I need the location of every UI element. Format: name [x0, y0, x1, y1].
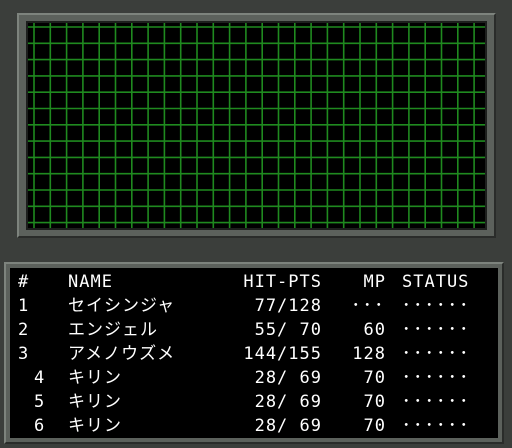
member-mp: 70: [363, 368, 386, 388]
automap-grid-lines: [28, 23, 485, 228]
member-slot: 5: [34, 392, 46, 412]
header-number: #: [18, 272, 30, 292]
member-name: キリン: [68, 416, 122, 436]
member-hit-points: 28/ 69: [254, 368, 322, 388]
member-slot: 6: [34, 416, 46, 436]
member-name: キリン: [68, 368, 122, 388]
member-mp: 128: [352, 344, 386, 364]
member-status: ･･････: [402, 416, 471, 436]
member-hit-points: 28/ 69: [254, 392, 322, 412]
member-status: ･･････: [402, 368, 471, 388]
header-name: NAME: [68, 272, 113, 292]
header-status: STATUS: [402, 272, 470, 292]
header-hit-points: HIT-PTS: [243, 272, 322, 292]
party-member-row[interactable]: 3 アメノウズメ 144/155 128 ･･････: [10, 342, 498, 366]
party-member-row[interactable]: 4 キリン 28/ 69 70 ･･････: [10, 366, 498, 390]
party-status-list: # NAME HIT-PTS MP STATUS 1 セイシンジャ 77/128…: [10, 268, 498, 438]
member-slot: 1: [18, 296, 30, 316]
member-hit-points: 77/128: [254, 296, 322, 316]
member-mp: 70: [363, 416, 386, 436]
member-slot: 2: [18, 320, 30, 340]
automap-grid: [26, 21, 487, 230]
member-name: エンジェル: [68, 320, 158, 340]
member-status: ･･････: [402, 344, 471, 364]
party-member-row[interactable]: 6 キリン 28/ 69 70 ･･････: [10, 414, 498, 438]
member-mp: 70: [363, 392, 386, 412]
member-slot: 4: [34, 368, 46, 388]
member-hit-points: 28/ 69: [254, 416, 322, 436]
member-name: セイシンジャ: [68, 296, 176, 316]
party-member-row[interactable]: 5 キリン 28/ 69 70 ･･････: [10, 390, 498, 414]
member-mp: ･･･: [351, 296, 386, 316]
member-slot: 3: [18, 344, 30, 364]
header-mp: MP: [363, 272, 386, 292]
party-member-row[interactable]: 2 エンジェル 55/ 70 60 ･･････: [10, 318, 498, 342]
member-name: キリン: [68, 392, 122, 412]
member-hit-points: 55/ 70: [254, 320, 322, 340]
party-status-panel: # NAME HIT-PTS MP STATUS 1 セイシンジャ 77/128…: [4, 262, 504, 444]
member-status: ･･････: [402, 320, 471, 340]
automap-frame: [17, 13, 496, 238]
party-header-row: # NAME HIT-PTS MP STATUS: [10, 270, 498, 294]
party-member-row[interactable]: 1 セイシンジャ 77/128 ･･･ ･･････: [10, 294, 498, 318]
member-hit-points: 144/155: [243, 344, 322, 364]
member-status: ･･････: [402, 296, 471, 316]
game-screen: # NAME HIT-PTS MP STATUS 1 セイシンジャ 77/128…: [0, 0, 512, 448]
member-mp: 60: [363, 320, 386, 340]
member-status: ･･････: [402, 392, 471, 412]
member-name: アメノウズメ: [68, 344, 176, 364]
